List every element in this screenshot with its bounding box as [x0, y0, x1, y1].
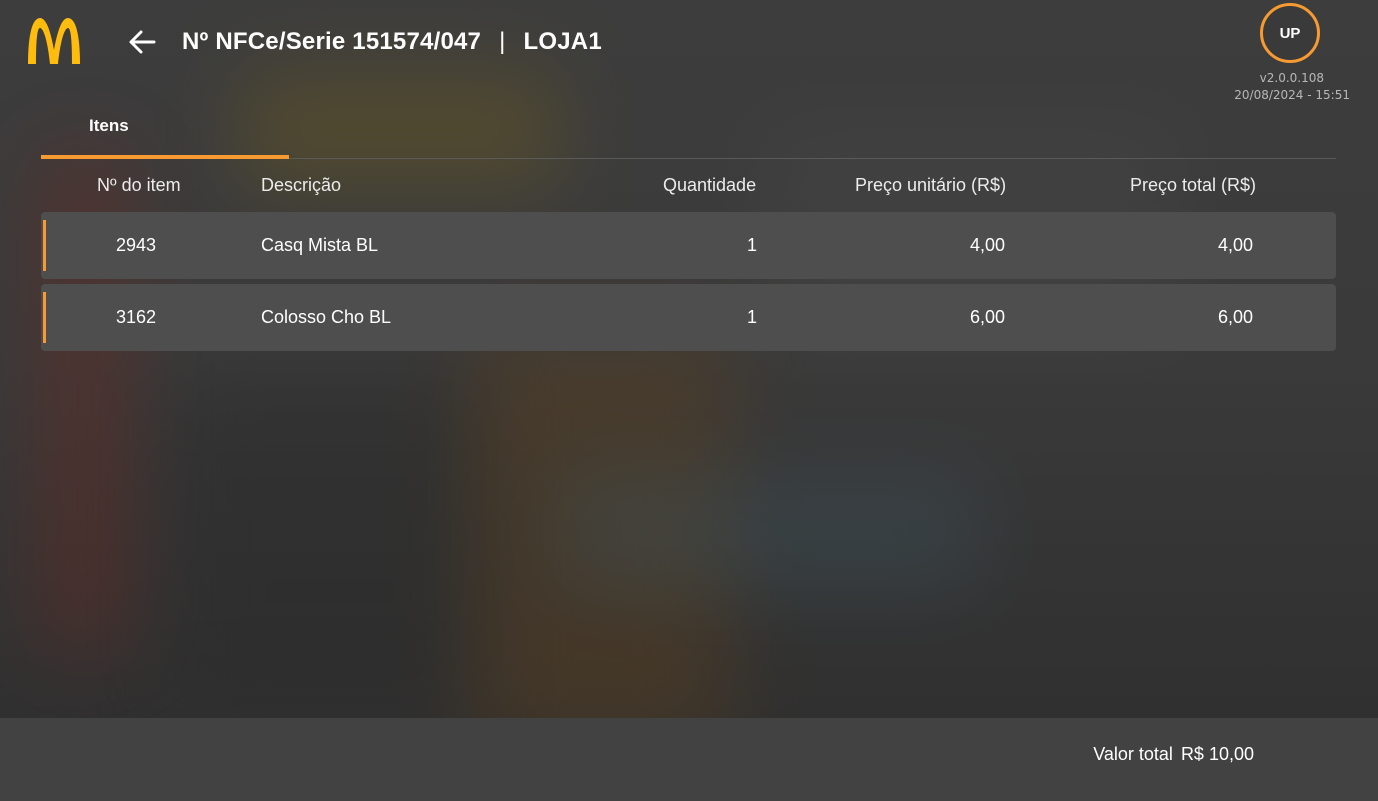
title-separator: |	[499, 28, 506, 55]
table-row[interactable]: 3162 Colosso Cho BL 1 6,00 6,00	[41, 284, 1336, 351]
app-header: Nº NFCe/Serie 151574/047 | LOJA1 UP v2.0.0…	[0, 0, 1378, 102]
total-value: R$ 10,00	[1180, 744, 1254, 764]
table-header: Nº do item Descrição Quantidade Preço un…	[41, 175, 1336, 205]
app-version: v2.0.0.108	[1259, 71, 1324, 85]
column-header-unit-price: Preço unitário (R$)	[855, 175, 1007, 195]
tab-itens[interactable]: Itens	[41, 100, 289, 159]
column-header-description: Descrição	[261, 175, 342, 195]
item-number: 3162	[115, 307, 157, 327]
back-arrow-icon[interactable]	[124, 24, 160, 60]
item-number: 2943	[115, 235, 157, 255]
item-quantity: 1	[746, 235, 757, 255]
column-header-item-number: Nº do item	[97, 175, 181, 195]
avatar-initials: UP	[1279, 24, 1301, 42]
column-header-total-price: Preço total (R$)	[1130, 175, 1257, 195]
background-blur-shape	[170, 380, 490, 700]
order-total: Valor total R$ 10,00	[1093, 744, 1254, 765]
item-total-price: 6,00	[1217, 307, 1253, 327]
footer-bar: Valor total R$ 10,00	[0, 718, 1378, 801]
user-avatar-button[interactable]: UP	[1260, 3, 1320, 63]
total-label: Valor total	[1093, 744, 1173, 764]
tab-label: Itens	[89, 116, 129, 135]
item-unit-price: 6,00	[969, 307, 1005, 327]
column-header-quantity: Quantidade	[663, 175, 757, 195]
item-description: Colosso Cho BL	[261, 307, 392, 327]
item-description: Casq Mista BL	[261, 235, 379, 255]
item-quantity: 1	[746, 307, 757, 327]
background-blur-shape	[560, 470, 980, 590]
item-total-price: 4,00	[1217, 235, 1253, 255]
page-title: Nº NFCe/Serie 151574/047 | LOJA1	[182, 28, 602, 56]
nfce-number: Nº NFCe/Serie 151574/047	[182, 28, 482, 55]
active-tab-indicator	[41, 155, 289, 159]
mcdonalds-logo-icon	[26, 16, 82, 66]
table-row[interactable]: 2943 Casq Mista BL 1 4,00 4,00	[41, 212, 1336, 279]
tab-bar: Itens	[41, 100, 1336, 159]
store-name: LOJA1	[523, 28, 602, 55]
item-unit-price: 4,00	[969, 235, 1005, 255]
